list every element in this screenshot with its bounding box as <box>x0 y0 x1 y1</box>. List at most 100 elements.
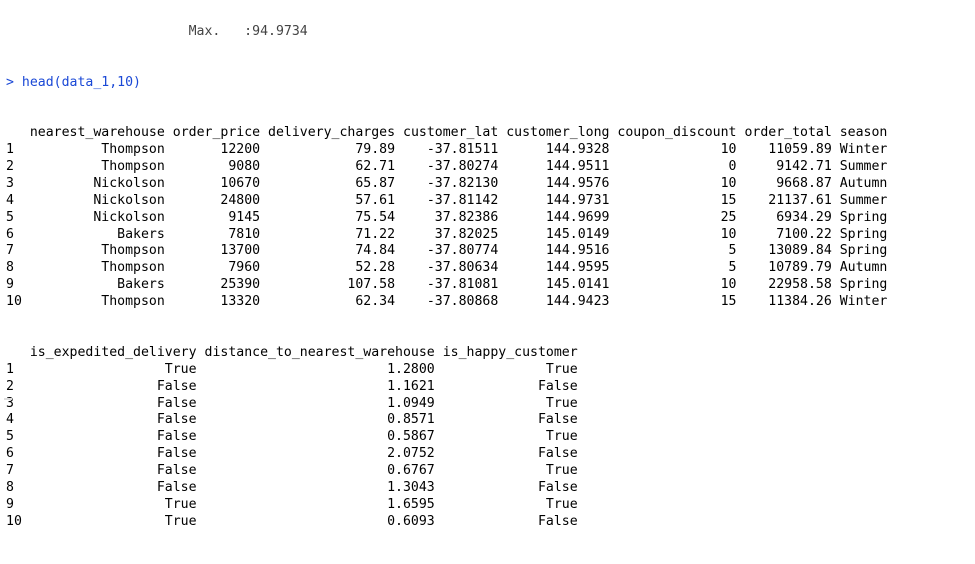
table-cell: False <box>434 446 578 462</box>
table-cell: True <box>21 361 197 377</box>
table-cell: 7100.22 <box>736 226 832 242</box>
table-row: 9 Bakers 25390 107.58 -37.81081 145.0141… <box>6 277 975 294</box>
table-cell: Spring <box>831 243 888 259</box>
table-cell: 10789.79 <box>736 260 832 276</box>
table-cell: Summer <box>831 159 888 174</box>
table-cell: Winter <box>831 294 888 310</box>
table-row: 3 Nickolson 10670 65.87 -37.82130 144.95… <box>6 176 975 193</box>
table-cell: False <box>21 378 197 394</box>
table-cell: -37.81081 <box>395 277 499 293</box>
table-cell: 75.54 <box>260 209 396 225</box>
table-cell: -37.81511 <box>395 142 499 158</box>
table-cell: Thompson <box>21 243 165 259</box>
table-cell: 11384.26 <box>736 294 832 310</box>
table-cell: 0.8571 <box>196 412 435 428</box>
table-cell: False <box>434 479 578 495</box>
table-cell: 144.9595 <box>498 260 610 276</box>
table-cell: False <box>21 429 197 445</box>
table-row: 10 True 0.6093 False <box>6 514 975 531</box>
command-line[interactable]: > head(data_1,10) <box>6 75 975 92</box>
column-header: coupon_discount <box>609 125 737 141</box>
table-cell: Nickolson <box>21 175 165 191</box>
table-cell: 10 <box>609 175 737 191</box>
table-cell: 10 <box>609 277 737 293</box>
table-cell: 9142.71 <box>736 159 832 174</box>
table-cell: Bakers <box>21 277 165 293</box>
row-name: 9 <box>6 277 22 293</box>
table-cell: 13700 <box>164 243 261 259</box>
table-cell: 25390 <box>164 277 261 293</box>
table-cell: Spring <box>831 209 888 225</box>
row-name: 8 <box>6 479 22 495</box>
prompt-symbol: > <box>6 74 14 90</box>
table-cell: 5 <box>609 260 737 276</box>
table-cell: -37.80868 <box>395 294 499 310</box>
table-cell: 145.0141 <box>498 277 610 293</box>
table1-header-row: nearest_warehouse order_price delivery_c… <box>6 125 975 142</box>
table-cell: 144.9576 <box>498 175 610 191</box>
table-cell: -37.81142 <box>395 192 499 208</box>
table-cell: 71.22 <box>260 226 396 242</box>
table-cell: 21137.61 <box>736 192 832 208</box>
row-name: 6 <box>6 226 22 242</box>
table-cell: 144.9516 <box>498 243 610 259</box>
table-cell: 74.84 <box>260 243 396 259</box>
table-cell: Nickolson <box>21 192 165 208</box>
row-name: 10 <box>6 513 22 529</box>
table-row: 8 False 1.3043 False <box>6 480 975 497</box>
table-cell: 144.9511 <box>498 159 610 174</box>
table-cell: Thompson <box>21 294 165 310</box>
table-cell: 15 <box>609 192 737 208</box>
table-cell: -37.82130 <box>395 175 499 191</box>
column-header: order_price <box>164 125 261 141</box>
table-cell: 37.82025 <box>395 226 499 242</box>
table-cell: 10 <box>609 142 737 158</box>
row-name: 7 <box>6 243 22 259</box>
column-header: customer_long <box>498 125 610 141</box>
table-cell: 12200 <box>164 142 261 158</box>
table-cell: False <box>21 412 197 428</box>
table-cell: False <box>434 378 578 394</box>
table-cell: 6934.29 <box>736 209 832 225</box>
table-row: 2 Thompson 9080 62.71 -37.80274 144.9511… <box>6 159 975 176</box>
table-cell: Thompson <box>21 159 165 174</box>
table-cell: 13320 <box>164 294 261 310</box>
command-text: head(data_1,10) <box>21 74 141 90</box>
table-cell: -37.80634 <box>395 260 499 276</box>
table-cell: Winter <box>831 142 888 158</box>
table-cell: False <box>21 395 197 411</box>
table-cell: Autumn <box>831 260 888 276</box>
table-cell: Spring <box>831 226 888 242</box>
row-name: 8 <box>6 260 22 276</box>
table-cell: False <box>21 463 197 479</box>
table-row: 7 Thompson 13700 74.84 -37.80774 144.951… <box>6 243 975 260</box>
row-name: 1 <box>6 361 22 377</box>
table-cell: 7810 <box>164 226 261 242</box>
table-cell: Thompson <box>21 260 165 276</box>
table-cell: True <box>434 395 578 411</box>
table-cell: 1.6595 <box>196 496 435 512</box>
table-row: 6 False 2.0752 False <box>6 446 975 463</box>
row-name: 6 <box>6 446 22 462</box>
table-cell: 22958.58 <box>736 277 832 293</box>
table-row: 7 False 0.6767 True <box>6 463 975 480</box>
table-cell: True <box>434 463 578 479</box>
table-cell: 1.0949 <box>196 395 435 411</box>
row-name: 2 <box>6 159 22 174</box>
table-cell: True <box>21 513 197 529</box>
column-header: season <box>831 125 888 141</box>
r-console-output[interactable]: Max. :94.9734 > head(data_1,10) nearest_… <box>0 0 975 529</box>
row-name: 9 <box>6 496 22 512</box>
table-cell: 1.1621 <box>196 378 435 394</box>
table-cell: 145.0149 <box>498 226 610 242</box>
column-header: customer_lat <box>395 125 499 141</box>
table-cell: 37.82386 <box>395 209 499 225</box>
table-cell: 15 <box>609 294 737 310</box>
table-cell: 9145 <box>164 209 261 225</box>
table-cell: False <box>21 446 197 462</box>
column-header: nearest_warehouse <box>21 125 165 141</box>
table-cell: True <box>434 361 578 377</box>
row-name: 7 <box>6 463 22 479</box>
table-row: 9 True 1.6595 True <box>6 497 975 514</box>
table-cell: Bakers <box>21 226 165 242</box>
